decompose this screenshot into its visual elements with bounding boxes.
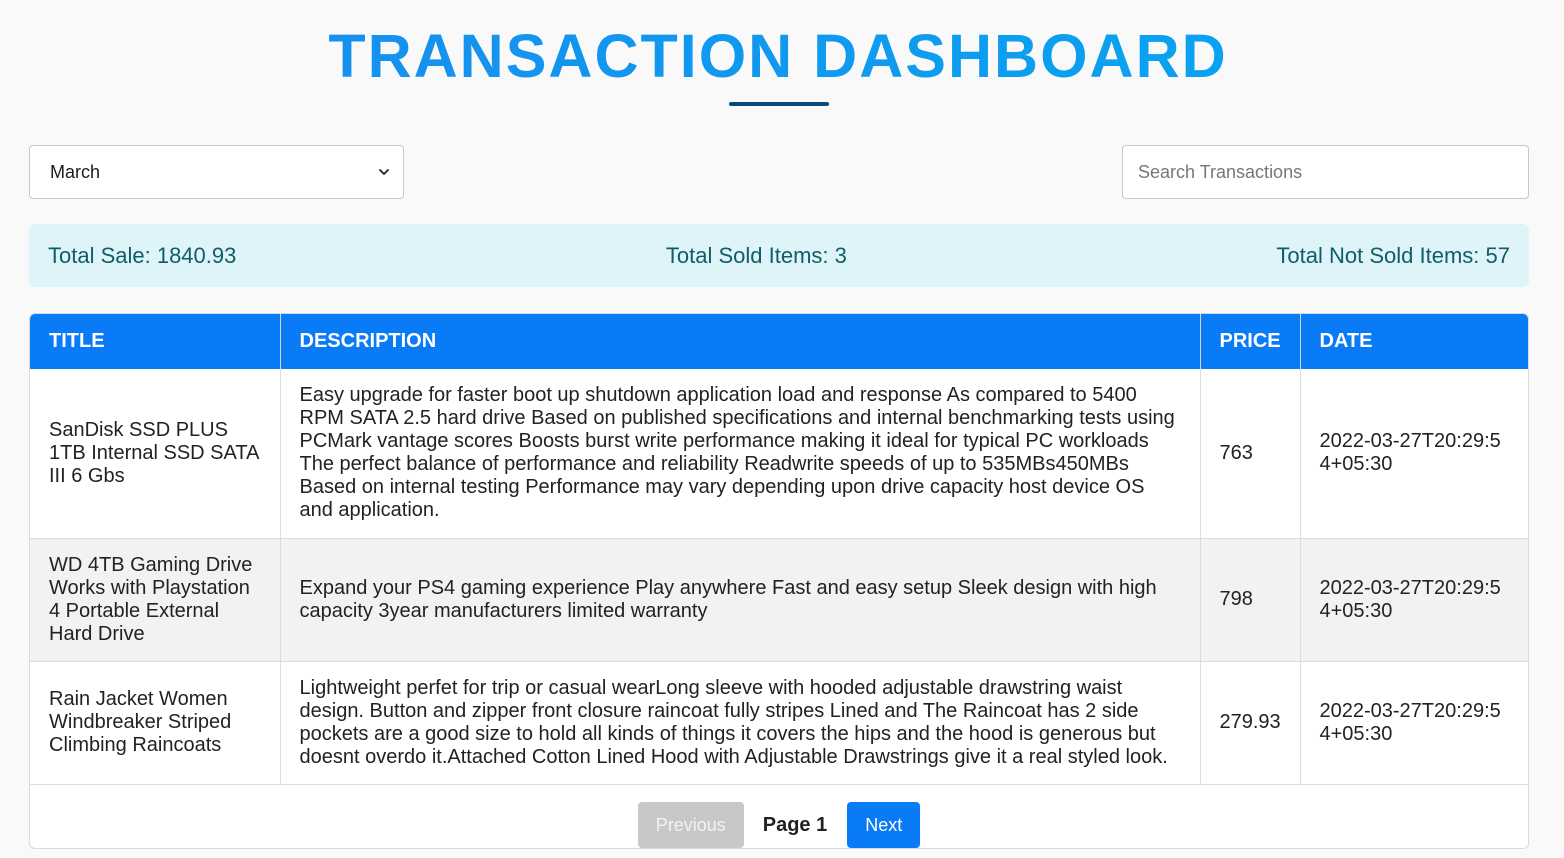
cell-title: Rain Jacket Women Windbreaker Striped Cl… bbox=[30, 661, 281, 785]
current-page-label: Page 1 bbox=[762, 813, 828, 836]
transactions-table-card: TITLE DESCRIPTION PRICE DATE SanDisk SSD… bbox=[29, 313, 1529, 849]
cell-title: SanDisk SSD PLUS 1TB Internal SSD SATA I… bbox=[30, 369, 281, 539]
table-row: Rain Jacket Women Windbreaker Striped Cl… bbox=[30, 661, 1528, 785]
cell-date: 2022-03-27T20:29:54+05:30 bbox=[1300, 369, 1528, 539]
cell-description: Easy upgrade for faster boot up shutdown… bbox=[280, 369, 1201, 539]
total-sale-stat: Total Sale: 1840.93 bbox=[48, 242, 237, 268]
pagination-controls: Previous Page 1 Next bbox=[30, 802, 1528, 848]
cell-price: 279.93 bbox=[1200, 661, 1301, 785]
cell-price: 798 bbox=[1200, 538, 1301, 662]
transactions-table: TITLE DESCRIPTION PRICE DATE SanDisk SSD… bbox=[30, 314, 1528, 785]
column-header-date: DATE bbox=[1300, 314, 1528, 369]
cell-description: Lightweight perfet for trip or casual we… bbox=[280, 661, 1201, 785]
month-select[interactable]: March bbox=[29, 145, 404, 199]
column-header-title: TITLE bbox=[30, 314, 281, 369]
table-row: WD 4TB Gaming Drive Works with Playstati… bbox=[30, 538, 1528, 662]
cell-date: 2022-03-27T20:29:54+05:30 bbox=[1300, 661, 1528, 785]
cell-date: 2022-03-27T20:29:54+05:30 bbox=[1300, 538, 1528, 662]
month-select-value: March bbox=[50, 161, 101, 182]
previous-page-button[interactable]: Previous bbox=[637, 802, 744, 848]
column-header-price: PRICE bbox=[1200, 314, 1301, 369]
total-not-sold-items-stat: Total Not Sold Items: 57 bbox=[1276, 242, 1510, 268]
cell-title: WD 4TB Gaming Drive Works with Playstati… bbox=[30, 538, 281, 662]
page-title: TRANSACTION DASHBOARD bbox=[0, 20, 1556, 92]
title-underline-divider bbox=[729, 102, 829, 106]
chevron-down-icon bbox=[379, 169, 389, 175]
transaction-dashboard-page: TRANSACTION DASHBOARD March Total Sale: … bbox=[0, 0, 1564, 858]
cell-description: Expand your PS4 gaming experience Play a… bbox=[280, 538, 1201, 662]
stats-summary-bar: Total Sale: 1840.93 Total Sold Items: 3 … bbox=[29, 224, 1529, 287]
table-header-row: TITLE DESCRIPTION PRICE DATE bbox=[30, 314, 1528, 369]
table-row: SanDisk SSD PLUS 1TB Internal SSD SATA I… bbox=[30, 369, 1528, 539]
column-header-description: DESCRIPTION bbox=[280, 314, 1201, 369]
next-page-button[interactable]: Next bbox=[847, 802, 921, 848]
cell-price: 763 bbox=[1200, 369, 1301, 539]
total-sold-items-stat: Total Sold Items: 3 bbox=[665, 242, 847, 268]
search-transactions-input[interactable] bbox=[1122, 145, 1529, 199]
